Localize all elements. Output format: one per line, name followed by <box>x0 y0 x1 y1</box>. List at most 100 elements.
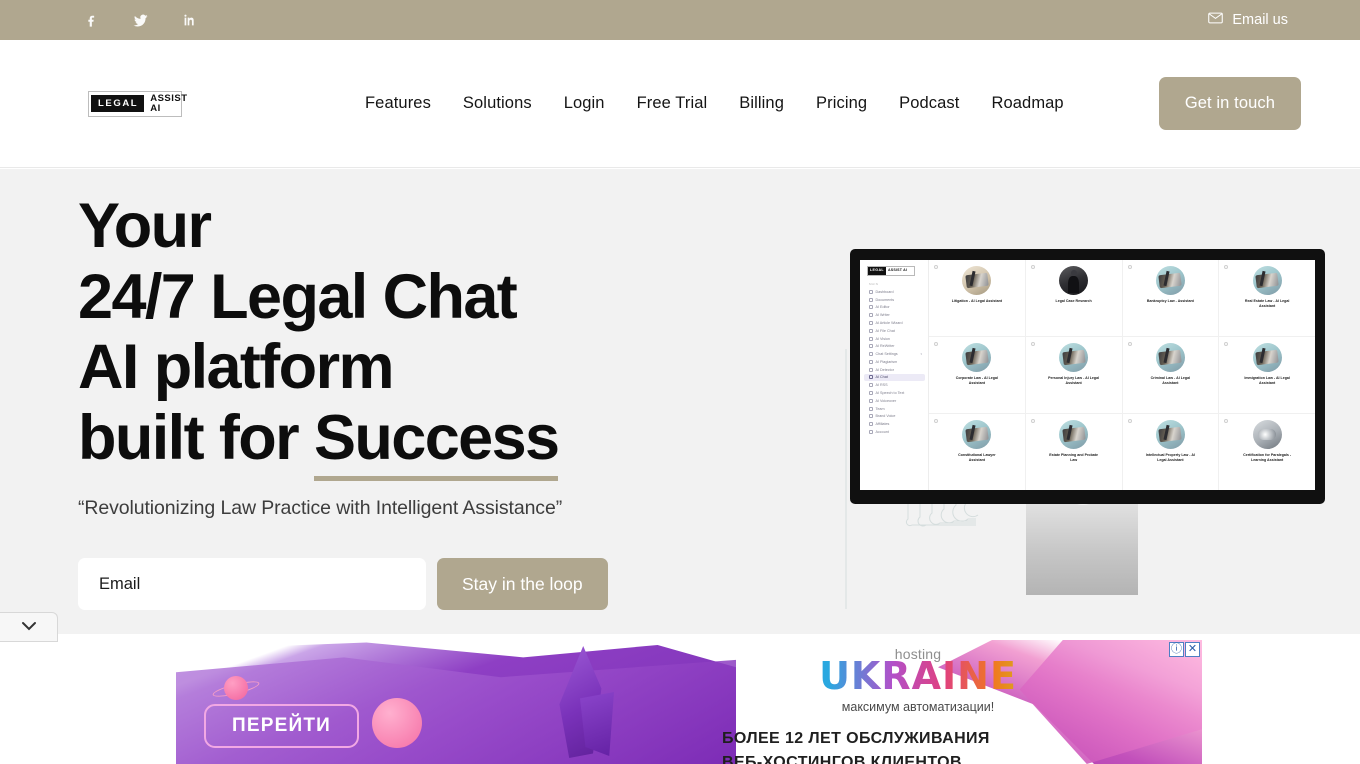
mockup-sidebar-item[interactable]: AI Vision <box>864 335 925 343</box>
site-header: LEGAL ASSIST AI Features Solutions Login… <box>0 40 1360 168</box>
mockup-card-label: Intellectual Property Law - AI Legal Ass… <box>1145 453 1195 463</box>
mockup-assistant-card[interactable]: Corporate Law - AI Legal Assistant <box>929 337 1026 413</box>
mockup-card-pin-icon[interactable] <box>1127 419 1132 423</box>
mockup-card-avatar <box>962 343 992 372</box>
site-logo[interactable]: LEGAL ASSIST AI <box>88 90 187 117</box>
mockup-card-avatar <box>1155 420 1185 449</box>
mockup-assistant-card[interactable]: Personal Injury Law - AI Legal Assistant <box>1026 337 1123 413</box>
nav-item-pricing[interactable]: Pricing <box>800 94 883 113</box>
mockup-sidebar-item[interactable]: Documents <box>864 296 925 304</box>
mockup-assistant-card[interactable]: Intellectual Property Law - AI Legal Ass… <box>1123 414 1220 490</box>
facebook-icon[interactable] <box>80 9 102 31</box>
nav-item-roadmap[interactable]: Roadmap <box>975 94 1079 113</box>
mockup-assistant-card[interactable]: Criminal Law - AI Legal Assistant <box>1123 337 1220 413</box>
mockup-sidebar-item[interactable]: AI Chat <box>864 373 925 382</box>
mockup-sidebar-item[interactable]: AI Article Wizard <box>864 319 925 327</box>
mockup-card-avatar <box>1059 266 1089 295</box>
hero-content: Your 24/7 Legal Chat AI platform built f… <box>78 191 718 611</box>
mockup-assistant-card[interactable]: Constitutional Lawyer Assistant <box>929 414 1026 490</box>
nav-item-solutions[interactable]: Solutions <box>447 94 548 113</box>
mockup-sidebar-item[interactable]: AI Voiceover <box>864 397 925 405</box>
mockup-sidebar-item-icon <box>869 367 873 372</box>
mockup-card-avatar <box>962 420 992 449</box>
mockup-sidebar-item-icon <box>869 313 873 318</box>
mockup-sidebar-item-label: Affiliates <box>875 422 890 427</box>
mockup-card-pin-icon[interactable] <box>934 265 938 269</box>
mockup-card-pin-icon[interactable] <box>1030 419 1035 423</box>
mockup-sidebar-item[interactable]: AI ReWriter <box>864 342 925 350</box>
stay-in-the-loop-button[interactable]: Stay in the loop <box>437 558 608 611</box>
mockup-sidebar-item-icon <box>869 429 873 434</box>
mockup-sidebar-item[interactable]: AI Detector <box>864 366 925 374</box>
mockup-sidebar-item[interactable]: Team <box>864 405 925 413</box>
headline-line-3: AI platform <box>78 332 395 403</box>
mockup-sidebar-item[interactable]: Brand Voice <box>864 413 925 421</box>
nav-item-features[interactable]: Features <box>349 94 447 113</box>
mockup-card-pin-icon[interactable] <box>1224 419 1229 423</box>
mockup-card-label: Litigation - AI Legal Assistant <box>951 299 1002 303</box>
newsletter-form: Stay in the loop <box>78 558 718 611</box>
mockup-sidebar-item[interactable]: AI Editor <box>864 304 925 312</box>
ad-close-icon[interactable]: ✕ <box>1185 642 1200 657</box>
nav-item-billing[interactable]: Billing <box>723 94 800 113</box>
mockup-sidebar-item[interactable]: Chat Settings ▾ <box>864 350 925 358</box>
mockup-card-avatar <box>1155 343 1185 372</box>
email-us-link[interactable]: Email us <box>1208 12 1288 28</box>
monitor-screen: LEGAL ASSIST AI MAIN Dashboard Documents A… <box>860 260 1315 490</box>
get-in-touch-button[interactable]: Get in touch <box>1158 77 1301 130</box>
mockup-card-pin-icon[interactable] <box>1127 265 1132 269</box>
mockup-card-label: Bankruptcy Law - Assistant <box>1146 299 1194 303</box>
ad-copy: hosting UKRAINE максимум автоматизации! … <box>722 646 1152 764</box>
mockup-sidebar-item-icon <box>869 383 873 388</box>
nav-item-podcast[interactable]: Podcast <box>883 94 975 113</box>
ad-cta-button[interactable]: ПЕРЕЙТИ <box>204 704 359 748</box>
mockup-sidebar-item[interactable]: AI File Chat <box>864 327 925 335</box>
mockup-logo: LEGAL ASSIST AI <box>867 266 915 276</box>
mockup-sidebar-item-label: Brand Voice <box>875 414 896 419</box>
ad-sphere-decor <box>372 698 422 748</box>
mockup-sidebar-item[interactable]: Dashboard <box>864 288 925 296</box>
mockup-assistant-card[interactable]: Immigration Law - AI Legal Assistant <box>1219 337 1315 413</box>
mockup-sidebar-item[interactable]: Affiliates <box>864 420 925 428</box>
mockup-sidebar-item-label: AI Editor <box>875 305 890 310</box>
mockup-sidebar-item-icon <box>869 406 873 411</box>
mockup-grid-row: Litigation - AI Legal Assistant Legal Cas… <box>929 260 1315 337</box>
linkedin-icon[interactable] <box>178 9 200 31</box>
mockup-card-pin-icon[interactable] <box>1030 342 1035 346</box>
mockup-card-avatar <box>1059 343 1089 372</box>
mockup-grid-row: Corporate Law - AI Legal Assistant Person… <box>929 337 1315 414</box>
mockup-sidebar-item[interactable]: AI Speech to Text <box>864 389 925 397</box>
nav-item-free-trial[interactable]: Free Trial <box>621 94 724 113</box>
collapse-panel-toggle[interactable] <box>0 612 58 642</box>
mockup-card-pin-icon[interactable] <box>1224 265 1229 269</box>
mockup-card-pin-icon[interactable] <box>1224 342 1229 346</box>
nav-item-login[interactable]: Login <box>548 94 621 113</box>
mockup-card-pin-icon[interactable] <box>1030 265 1035 269</box>
mockup-sidebar-item[interactable]: AI Plagiarism <box>864 358 925 366</box>
page-title: Your 24/7 Legal Chat AI platform built f… <box>78 191 718 481</box>
mockup-assistant-card[interactable]: Estate Planning and Probate Law <box>1026 414 1123 490</box>
email-input[interactable] <box>78 558 426 611</box>
mockup-assistant-card[interactable]: Real Estate Law - AI Legal Assistant <box>1219 260 1315 336</box>
ad-headline-line-2: ВЕБ-ХОСТИНГОВ КЛИЕНТОВ <box>722 753 962 764</box>
ad-info-icon[interactable]: ⓘ <box>1169 642 1184 657</box>
twitter-icon[interactable] <box>129 9 151 31</box>
mockup-card-pin-icon[interactable] <box>934 342 938 346</box>
mockup-sidebar-item-icon <box>869 391 873 396</box>
mockup-card-label: Constitutional Lawyer Assistant <box>958 453 996 463</box>
mockup-assistant-card[interactable]: Litigation - AI Legal Assistant <box>929 260 1026 336</box>
mockup-sidebar-item[interactable]: AI Writer <box>864 311 925 319</box>
hero-section: Your 24/7 Legal Chat AI platform built f… <box>0 169 1360 634</box>
ad-brand-name: UKRAINE <box>758 657 1078 695</box>
mockup-assistant-card[interactable]: Bankruptcy Law - Assistant <box>1123 260 1220 336</box>
mockup-card-pin-icon[interactable] <box>934 419 938 423</box>
mockup-sidebar-list: Dashboard Documents AI Editor AI Writer AI A… <box>864 288 925 436</box>
mockup-assistant-card[interactable]: Certification for Paralegals - Learning … <box>1219 414 1315 490</box>
mockup-assistant-card[interactable]: Legal Case Research <box>1026 260 1123 336</box>
mockup-sidebar-item-icon <box>869 344 873 349</box>
mockup-sidebar-item[interactable]: AI RSS <box>864 381 925 389</box>
advertisement-banner[interactable]: ПЕРЕЙТИ hosting UKRAINE максимум автомат… <box>176 640 1202 764</box>
mockup-card-pin-icon[interactable] <box>1127 342 1132 346</box>
envelope-icon <box>1208 12 1224 28</box>
mockup-sidebar-item[interactable]: Account <box>864 428 925 436</box>
